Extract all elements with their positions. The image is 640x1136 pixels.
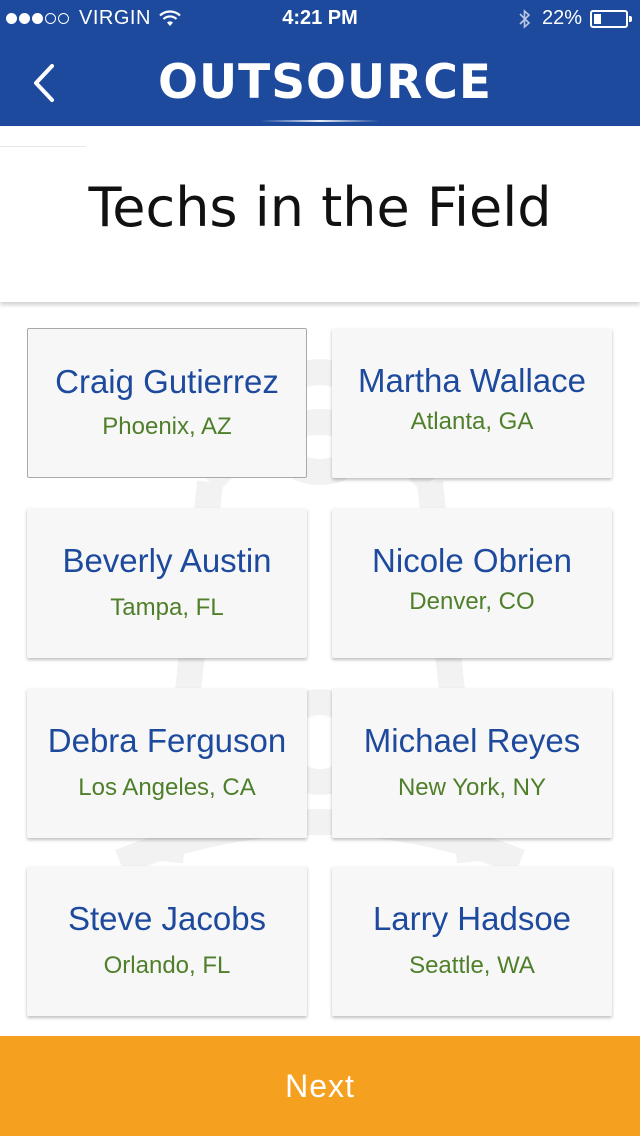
tech-name: Larry Hadsoe [372,900,572,937]
tech-name: Martha Wallace [357,362,587,399]
tech-name: Nicole Obrien [372,542,572,579]
tech-location: Denver, CO [409,588,535,615]
tech-location: Los Angeles, CA [78,774,256,801]
chevron-left-icon [34,64,54,102]
tech-location: Orlando, FL [103,952,231,979]
tech-card[interactable]: Steve Jacobs Orlando, FL [27,866,307,1016]
tech-card[interactable]: Martha Wallace Atlanta, GA [332,328,612,478]
battery-percent: 22% [541,7,582,29]
tech-name: Michael Reyes [363,722,581,759]
app-header: VIRGIN 4:21 PM 22% OUTSOURCE [0,0,640,126]
title-area: Techs in the Field [0,126,640,302]
tech-location: Phoenix, AZ [102,413,232,440]
status-bar: VIRGIN 4:21 PM 22% [0,0,640,40]
next-button[interactable]: Next [0,1036,640,1136]
tech-location: Atlanta, GA [410,408,534,435]
logo-underline [260,120,380,122]
page-title: Techs in the Field [88,176,552,239]
back-button[interactable] [22,58,66,108]
tech-name: Craig Gutierrez [55,363,279,400]
tech-name: Beverly Austin [62,542,272,579]
tech-card[interactable]: Beverly Austin Tampa, FL [27,508,307,658]
tech-name: Steve Jacobs [67,900,267,937]
outsource-logo: OUTSOURCE [158,55,492,110]
divider [0,146,86,147]
screen: VIRGIN 4:21 PM 22% OUTSOURCE Techs in th… [0,0,640,1136]
tech-card[interactable]: Michael Reyes New York, NY [332,688,612,838]
tech-location: Seattle, WA [409,952,535,979]
tech-location: New York, NY [397,774,547,801]
bluetooth-icon [518,8,532,29]
tech-card[interactable]: Debra Ferguson Los Angeles, CA [27,688,307,838]
techs-grid[interactable]: Craig Gutierrez Phoenix, AZ Martha Walla… [0,302,640,1036]
battery-icon [590,9,632,28]
tech-location: Tampa, FL [110,594,224,621]
nav-bar: OUTSOURCE [0,40,640,126]
status-right: 22% [518,7,632,30]
tech-card[interactable]: Larry Hadsoe Seattle, WA [332,866,612,1016]
tech-name: Debra Ferguson [47,722,287,759]
tech-card[interactable]: Craig Gutierrez Phoenix, AZ [27,328,307,478]
tech-card[interactable]: Nicole Obrien Denver, CO [332,508,612,658]
